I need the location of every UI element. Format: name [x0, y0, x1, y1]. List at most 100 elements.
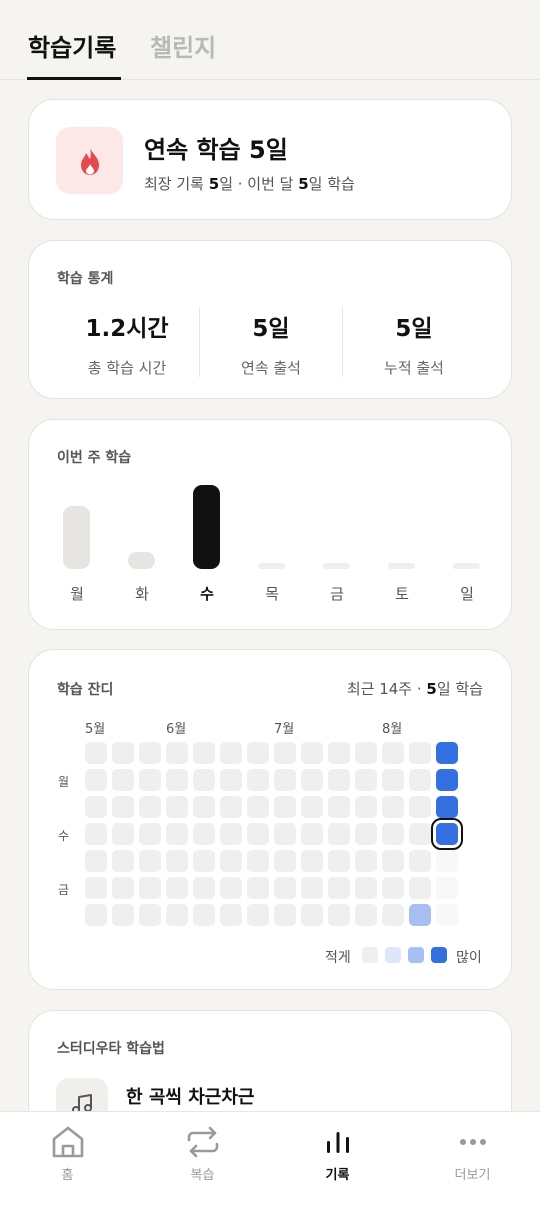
heatmap-cell — [166, 850, 188, 872]
heatmap-cell — [247, 742, 269, 764]
heatmap-cell — [409, 769, 431, 791]
heatmap-cell — [85, 742, 107, 764]
heatmap-cell — [112, 742, 134, 764]
heatmap-cell — [85, 823, 107, 845]
heatmap-cell — [220, 877, 242, 899]
heatmap-cell — [247, 769, 269, 791]
heatmap-cell — [112, 769, 134, 791]
heatmap-cell — [166, 877, 188, 899]
heatmap-cell — [220, 769, 242, 791]
legend-more-label: 많이 — [456, 950, 482, 966]
more-icon — [455, 1124, 491, 1164]
heatmap-cell — [382, 742, 404, 764]
heatmap-cell — [193, 904, 215, 926]
stats-card: 학습 통계 1.2시간 총 학습 시간 5일 연속 출석 5일 누적 출석 — [28, 240, 512, 399]
heatmap-cell — [166, 904, 188, 926]
weekly-bar-3 — [258, 563, 285, 569]
nav-home[interactable]: 홈 — [0, 1112, 135, 1192]
legend-swatch — [431, 947, 447, 963]
heatmap-month-label: 5월 — [85, 722, 106, 737]
heatmap-cell — [139, 769, 161, 791]
study-heatmap-card: 학습 잔디 최근 14주 · 5일 학습 적게 많이 5월 6월 7월 8월 월 수 금 — [28, 649, 512, 990]
repeat-icon — [185, 1124, 221, 1164]
heatmap-cell — [220, 823, 242, 845]
heatmap-cell — [436, 796, 458, 818]
heatmap-cell — [274, 769, 296, 791]
flame-icon — [56, 127, 123, 194]
stat-streak: 5일 연속 출석 — [200, 309, 342, 378]
heatmap-cell — [436, 877, 458, 899]
heatmap-cell — [274, 877, 296, 899]
heatmap-cell — [247, 796, 269, 818]
heatmap-cell — [274, 904, 296, 926]
stat-value: 1.2시간 — [85, 316, 169, 342]
legend-less-label: 적게 — [325, 950, 351, 966]
streak-subtitle: 최장 기록 5일 · 이번 달 5일 학습 — [144, 175, 355, 193]
weekday-label: 토 — [395, 585, 409, 603]
weekly-bar-2 — [193, 485, 220, 569]
heatmap-cell — [274, 823, 296, 845]
heatmap-cell — [328, 850, 350, 872]
heatmap-cell — [328, 823, 350, 845]
heatmap-cell — [112, 823, 134, 845]
heatmap-cell — [328, 742, 350, 764]
heatmap-cell — [436, 769, 458, 791]
heatmap-cell — [193, 742, 215, 764]
heatmap-cell — [409, 904, 431, 926]
heatmap-cell — [355, 850, 377, 872]
heatmap-cell — [139, 904, 161, 926]
stat-value: 5일 — [252, 316, 290, 342]
heatmap-cell — [166, 823, 188, 845]
heatmap-cell — [85, 850, 107, 872]
heatmap-cell — [436, 850, 458, 872]
heatmap-cell — [355, 742, 377, 764]
heatmap-cell — [409, 742, 431, 764]
heatmap-cell — [85, 796, 107, 818]
weekday-label: 목 — [265, 585, 279, 603]
home-icon — [50, 1124, 86, 1164]
heatmap-cell — [409, 823, 431, 845]
weekly-bar-0 — [63, 506, 90, 569]
streak-card: 연속 학습 5일 최장 기록 5일 · 이번 달 5일 학습 — [28, 99, 512, 220]
heatmap-cell — [355, 877, 377, 899]
weekly-bar-6 — [453, 563, 480, 569]
nav-label: 기록 — [325, 1168, 350, 1183]
heatmap-cell — [112, 796, 134, 818]
bar-chart-icon — [320, 1124, 356, 1164]
weekly-bar-4 — [323, 563, 350, 569]
heatmap-cell — [328, 796, 350, 818]
stat-value: 5일 — [395, 316, 433, 342]
heatmap-cell — [382, 877, 404, 899]
nav-more[interactable]: 더보기 — [405, 1112, 540, 1192]
tab-records[interactable]: 학습기록 — [28, 28, 116, 63]
heatmap-cell — [193, 769, 215, 791]
nav-records[interactable]: 기록 — [270, 1112, 405, 1192]
heatmap-cell — [220, 904, 242, 926]
heatmap-cell — [301, 877, 323, 899]
heatmap-cell — [328, 769, 350, 791]
heatmap-row-label: 수 — [58, 829, 70, 843]
heatmap-cell — [436, 904, 458, 926]
heatmap-cell — [139, 850, 161, 872]
tab-challenge[interactable]: 챌린지 — [150, 28, 216, 63]
heatmap-cell — [301, 742, 323, 764]
heatmap-cell — [355, 769, 377, 791]
nav-review[interactable]: 복습 — [135, 1112, 270, 1192]
legend-swatch — [362, 947, 378, 963]
heatmap-cell — [301, 769, 323, 791]
heatmap-row-label: 금 — [58, 883, 70, 897]
legend-swatch — [385, 947, 401, 963]
stat-label: 연속 출석 — [241, 359, 301, 377]
heatmap-cell — [193, 796, 215, 818]
heatmap-cell — [301, 904, 323, 926]
weekday-label: 금 — [330, 585, 344, 603]
heatmap-cell — [112, 877, 134, 899]
heatmap-cell — [409, 796, 431, 818]
weekly-bar-5 — [388, 563, 415, 569]
stat-cumulative: 5일 누적 출석 — [343, 309, 485, 378]
heatmap-month-label: 8월 — [382, 722, 403, 737]
method-item-title[interactable]: 한 곡씩 차근차근 — [126, 1083, 254, 1109]
weekday-label: 화 — [135, 585, 149, 603]
heatmap-cell — [166, 742, 188, 764]
heatmap-month-label: 7월 — [274, 722, 295, 737]
